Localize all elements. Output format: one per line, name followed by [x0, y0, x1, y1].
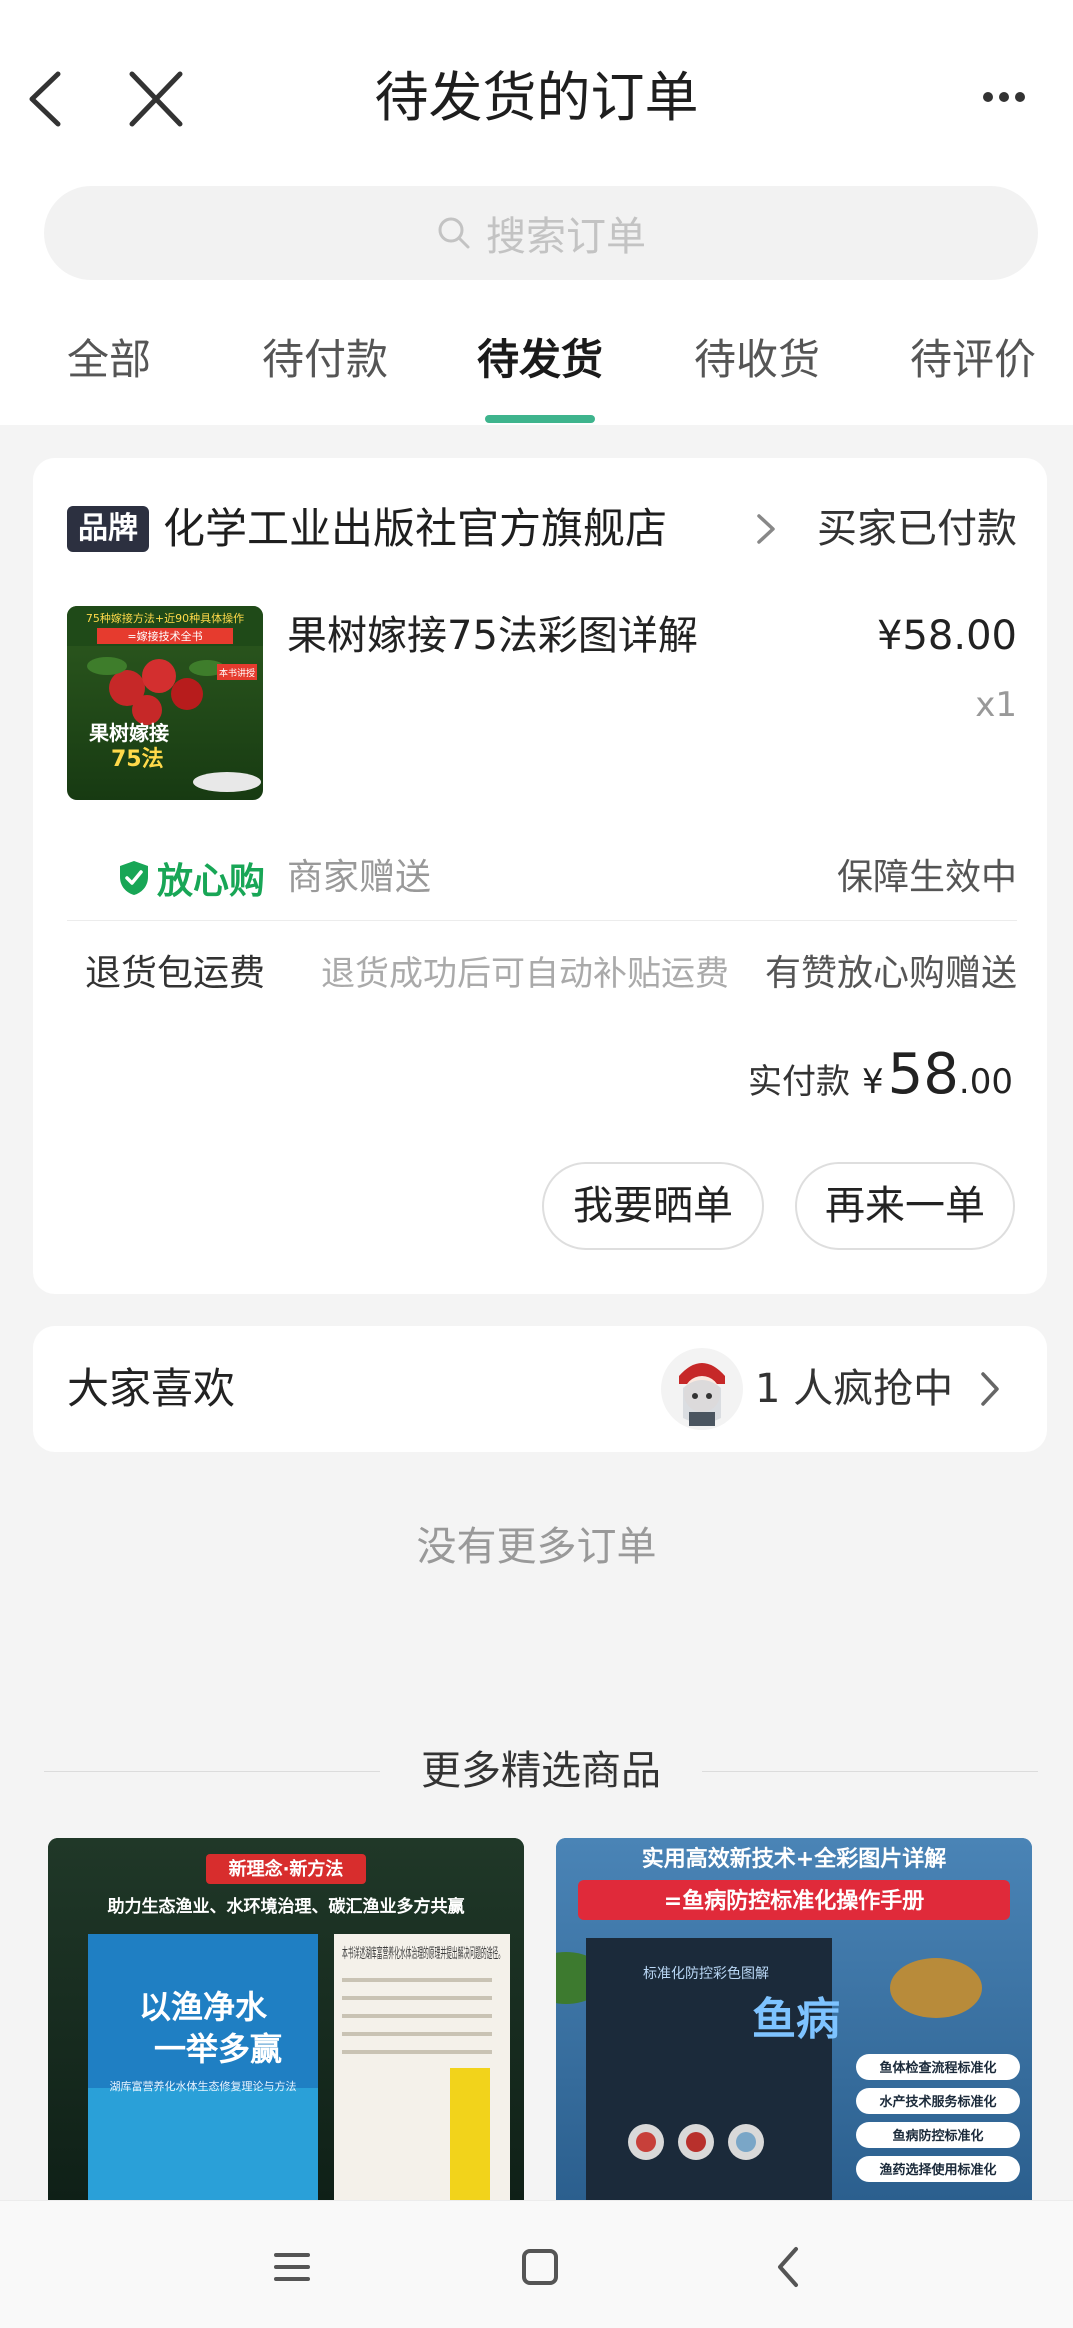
system-nav-bar [0, 2200, 1073, 2328]
chevron-right-icon [757, 514, 775, 544]
return-shipping-description: 退货成功后可自动补贴运费 [321, 954, 729, 994]
assurance-row[interactable]: 放心购 商家赠送 保障生效中 [67, 838, 1017, 918]
cover-top-text: 75种嫁接方法+近90种具体操作 [86, 611, 244, 625]
tab-all[interactable]: 全部 [14, 320, 204, 425]
recommend-book-title: 以渔净水 [139, 1988, 268, 2026]
active-tab-indicator [485, 415, 595, 423]
popular-title: 大家喜欢 [67, 1364, 236, 1413]
paid-amount: 实付款 ¥ 58 .00 [748, 1042, 1013, 1122]
reorder-button[interactable]: 再来一单 [795, 1162, 1015, 1250]
store-name[interactable]: 化学工业出版社官方旗舰店 [163, 494, 667, 564]
recommend-tag: 渔药选择使用标准化 [879, 2162, 996, 2178]
cover-tag: 本书讲授 [219, 667, 255, 679]
paid-currency: ¥ [862, 1062, 884, 1102]
search-icon [438, 217, 470, 249]
divider [702, 1771, 1038, 1772]
paid-label: 实付款 [748, 1062, 851, 1102]
top-bar: 待发货的订单 搜索订单 全部 待付款 待发货 待收货 待评价 [0, 0, 1073, 425]
cover-title: 果树嫁接 [89, 721, 169, 745]
tab-pending-receipt[interactable]: 待收货 [662, 320, 852, 425]
return-shipping-gift: 有赞放心购赠送 [764, 953, 1017, 994]
tab-label: 待发货 [476, 335, 603, 384]
popular-card[interactable]: 大家喜欢 1 人疯抢中 [33, 1326, 1047, 1452]
recommend-item[interactable]: 实用高效新技术+全彩图片详解 =鱼病防控标准化操作手册 鱼病 标准化防控彩色图解… [556, 1838, 1032, 2200]
home-icon[interactable] [510, 2237, 570, 2297]
chevron-right-icon [981, 1372, 999, 1406]
product-price: ¥58.00 [877, 613, 1017, 659]
recommend-tag: 鱼病防控标准化 [892, 2128, 983, 2144]
product-quantity: x1 [975, 685, 1017, 725]
cover-number: 75法 [111, 747, 164, 772]
cover-sub-text: =嫁接技术全书 [127, 629, 202, 643]
tab-pending-payment[interactable]: 待付款 [230, 320, 420, 425]
recommend-book-subtitle: 湖库富营养化水体生态修复理论与方法 [110, 2079, 297, 2093]
recommend-tag: 鱼体检查流程标准化 [879, 2060, 996, 2076]
tab-label: 全部 [66, 335, 151, 384]
recommend-item-image: 新理念·新方法 助力生态渔业、水环境治理、碳汇渔业多方共赢 以渔净水 一举多赢 … [48, 1838, 524, 2200]
assurance-gift: 商家赠送 [287, 857, 432, 898]
recommend-side-text: 本书详述湖库富营养化水体治理的原理并提出解决问题的途径。 [342, 1945, 504, 1962]
search-input[interactable]: 搜索订单 [44, 186, 1038, 280]
more-button[interactable] [980, 78, 1050, 118]
recommend-item-image: 实用高效新技术+全彩图片详解 =鱼病防控标准化操作手册 鱼病 标准化防控彩色图解… [556, 1838, 1032, 2200]
back-button[interactable] [18, 62, 74, 136]
recommend-tag: 水产技术服务标准化 [879, 2094, 996, 2110]
assurance-logo-text: 放心购 [157, 861, 266, 902]
menu-icon[interactable] [262, 2237, 322, 2297]
shield-check-icon [120, 861, 148, 895]
back-icon[interactable] [758, 2237, 818, 2297]
more-icon-dot [999, 92, 1009, 102]
book-cover-image: 75种嫁接方法+近90种具体操作 =嫁接技术全书 本书讲授 果树嫁接 75法 [67, 606, 263, 800]
tab-label: 待付款 [261, 335, 388, 384]
popular-count: 1 人疯抢中 [755, 1366, 954, 1412]
return-shipping-label: 退货包运费 [85, 953, 266, 994]
more-icon-dot [1015, 92, 1025, 102]
recommend-headline: =鱼病防控标准化操作手册 [664, 1888, 924, 1914]
brand-badge: 品牌 [67, 506, 149, 552]
product-image[interactable]: 75种嫁接方法+近90种具体操作 =嫁接技术全书 本书讲授 果树嫁接 75法 [67, 606, 263, 800]
order-tabs: 全部 待付款 待发货 待收货 待评价 [0, 320, 1073, 425]
recommend-book-title: 一举多赢 [154, 2030, 282, 2068]
recommend-book-title: 鱼病 [752, 1994, 840, 2045]
store-row[interactable]: 品牌 化学工业出版社官方旗舰店 买家已付款 [67, 494, 1017, 564]
review-button[interactable]: 我要晒单 [542, 1162, 764, 1250]
paid-decimal: .00 [958, 1062, 1013, 1102]
recommend-headline: 实用高效新技术+全彩图片详解 [642, 1846, 946, 1872]
tab-pending-review[interactable]: 待评价 [878, 320, 1068, 425]
search-placeholder: 搜索订单 [486, 214, 646, 260]
order-card[interactable]: 品牌 化学工业出版社官方旗舰店 买家已付款 75种嫁接方法+近90种具体操作 =… [33, 458, 1047, 1294]
product-title[interactable]: 果树嫁接75法彩图详解 [287, 606, 698, 666]
recommend-item[interactable]: 新理念·新方法 助力生态渔业、水环境治理、碳汇渔业多方共赢 以渔净水 一举多赢 … [48, 1838, 524, 2200]
tab-pending-shipment[interactable]: 待发货 [445, 320, 635, 425]
close-icon [129, 71, 183, 127]
tab-label: 待评价 [909, 335, 1036, 384]
order-status: 买家已付款 [817, 506, 1017, 552]
recommend-headline: 助力生态渔业、水环境治理、碳汇渔业多方共赢 [108, 1896, 465, 1917]
recommend-header: 更多精选商品 [44, 1736, 1038, 1806]
back-arrow-icon [29, 71, 61, 127]
avatar [661, 1348, 743, 1430]
assurance-status: 保障生效中 [836, 857, 1017, 898]
recommend-badge: 新理念·新方法 [229, 1858, 344, 1880]
more-icon [983, 92, 993, 102]
divider [67, 920, 1017, 921]
close-button[interactable] [122, 62, 192, 136]
recommend-book-subtitle: 标准化防控彩色图解 [643, 1965, 769, 1982]
tab-label: 待收货 [693, 335, 820, 384]
assurance-logo: 放心购 [117, 848, 265, 908]
avatar-image [661, 1348, 743, 1430]
return-shipping-row[interactable]: 退货包运费 退货成功后可自动补贴运费 有赞放心购赠送 [67, 934, 1017, 1014]
no-more-orders: 没有更多订单 [416, 1524, 657, 1570]
paid-integer: 58 [887, 1042, 959, 1107]
